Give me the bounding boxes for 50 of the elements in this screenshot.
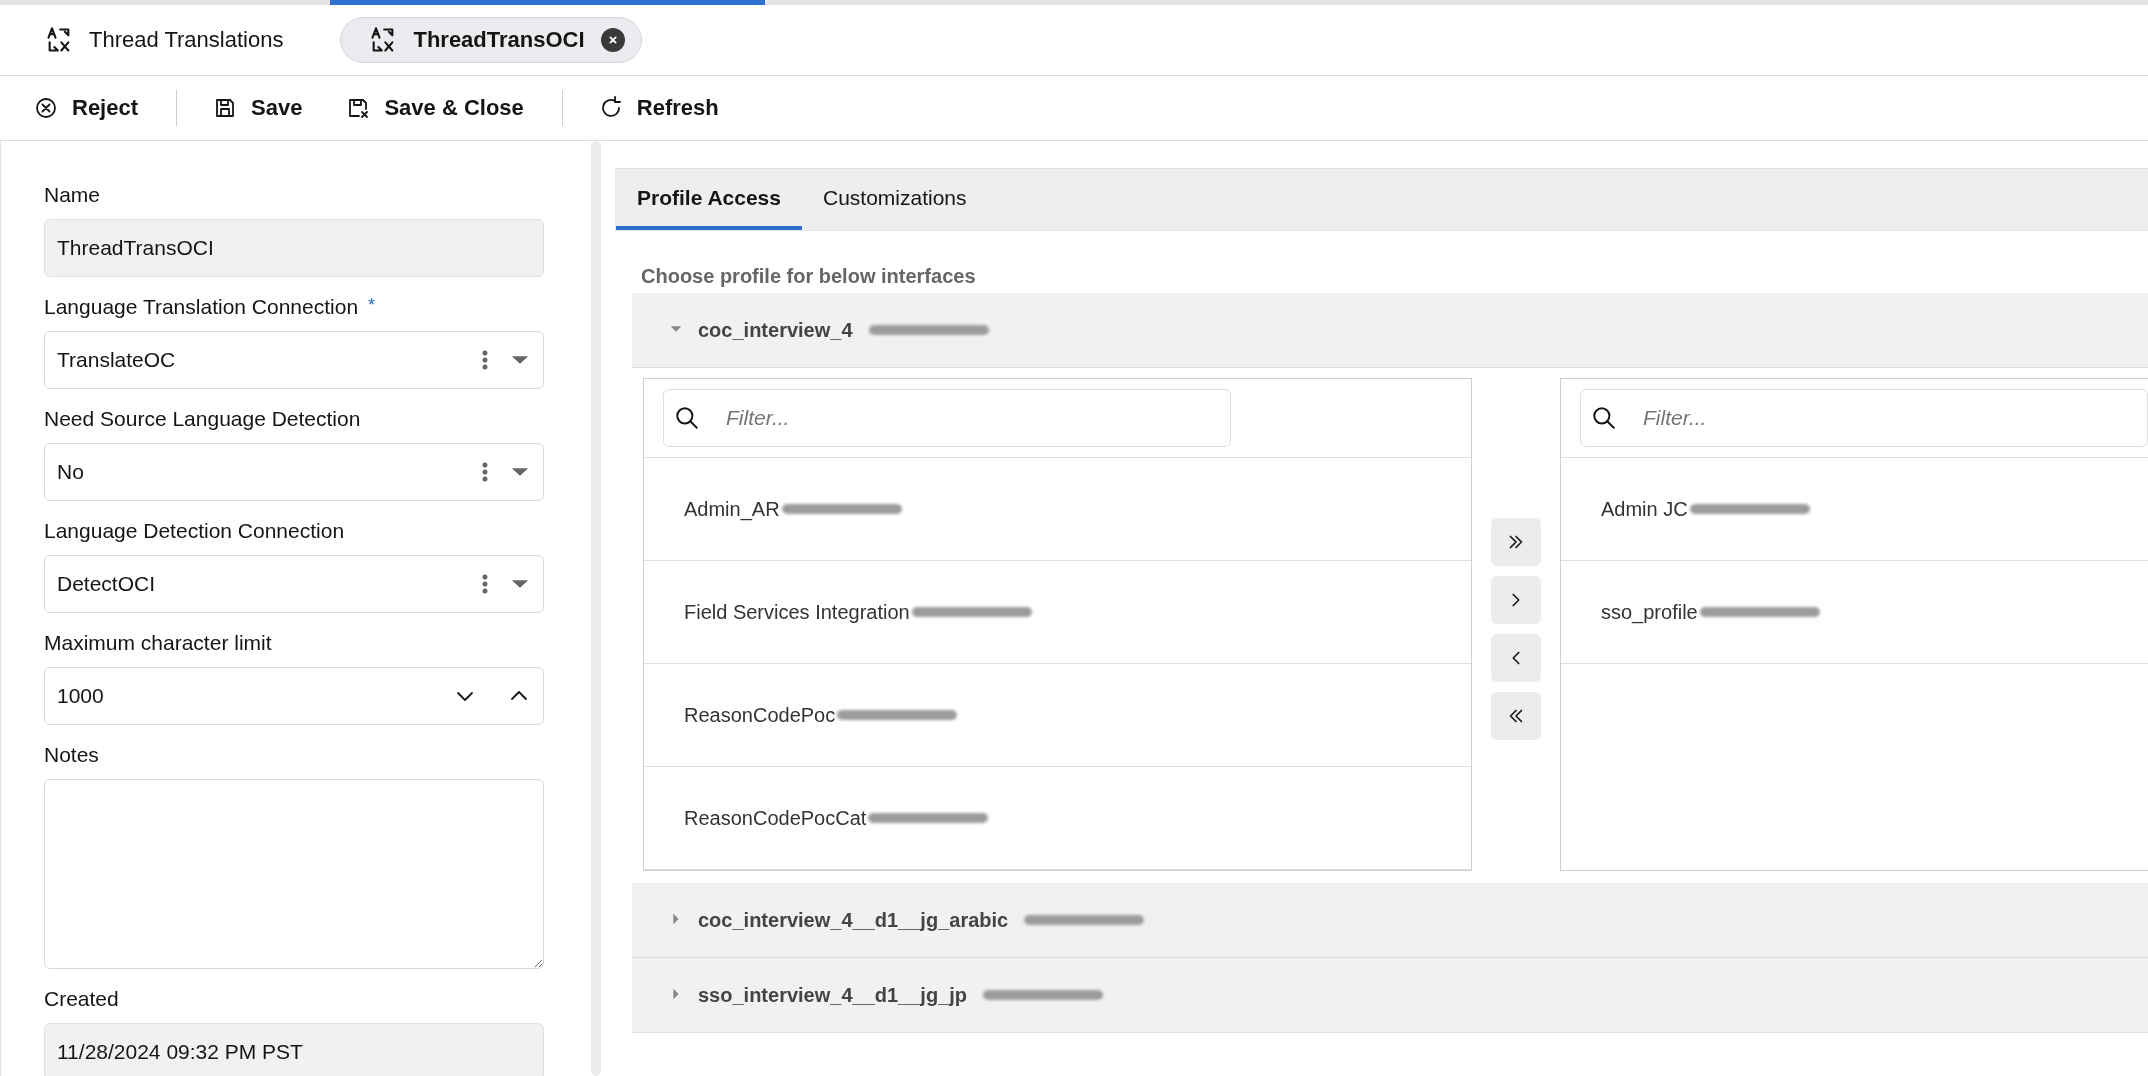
profile-item[interactable]: sso_profile [1601, 600, 1698, 624]
interface-name: coc_interview_4 [698, 318, 853, 342]
interface-name: coc_interview_4__d1__jg_arabic [698, 908, 1009, 932]
readonly-field: 11/28/2024 09:32 PM PST [44, 1023, 544, 1076]
toolbar-button[interactable]: Reject [34, 89, 139, 127]
field-label: Maximum character limit [44, 631, 272, 655]
select-field[interactable]: TranslateOC [44, 331, 544, 389]
interface-header[interactable]: coc_interview_4__d1__jg_arabic [632, 883, 2148, 958]
search-icon [674, 405, 700, 431]
profile-item[interactable]: Admin JC [1601, 497, 1688, 521]
toolbar-button[interactable]: Save [213, 89, 303, 127]
readonly-field: ThreadTransOCI [44, 219, 544, 277]
select-field[interactable]: DetectOCI [44, 555, 544, 613]
field-label: Notes [44, 743, 99, 767]
interface-header[interactable]: sso_interview_4__d1__jg_jp [632, 958, 2148, 1033]
interface-header[interactable]: coc_interview_4 [632, 293, 2148, 368]
profile-item[interactable]: ReasonCodePocCat [684, 806, 867, 830]
scrollbar[interactable] [591, 141, 601, 1076]
close-icon[interactable] [600, 28, 625, 52]
notes-field[interactable] [44, 779, 544, 969]
filter-input[interactable]: Filter... [1641, 405, 2125, 431]
filter-field[interactable]: Filter... [1580, 389, 2148, 447]
toolbar-button[interactable]: Refresh [598, 89, 719, 127]
search-icon [1591, 405, 1617, 431]
app-tab[interactable]: ThreadTransOCI [340, 17, 642, 63]
app-tab[interactable]: Thread Translations [44, 17, 301, 63]
field-label: Name [44, 183, 101, 207]
profile-item[interactable]: Admin_AR [684, 497, 780, 521]
move-right-button[interactable] [1491, 576, 1541, 624]
select-field[interactable]: No [44, 443, 544, 501]
interface-name: sso_interview_4__d1__jg_jp [698, 983, 968, 1007]
field-label: Created [44, 987, 119, 1011]
filter-input[interactable]: Filter... [724, 405, 1208, 431]
move-all-right-button[interactable] [1491, 518, 1541, 566]
field-label: Language Detection Connection [44, 519, 345, 543]
profile-item[interactable]: Field Services Integration [684, 600, 910, 624]
move-left-button[interactable] [1491, 634, 1541, 682]
section-heading: Choose profile for below interfaces [641, 265, 977, 289]
detail-tab[interactable]: Profile Access [616, 169, 802, 230]
move-all-left-button[interactable] [1491, 692, 1541, 740]
profile-item[interactable]: ReasonCodePoc [684, 703, 836, 727]
save-close-icon [346, 96, 371, 120]
required-mark: * [368, 295, 376, 316]
field-label: Need Source Language Detection [44, 407, 361, 431]
filter-field[interactable]: Filter... [663, 389, 1231, 447]
number-field[interactable]: 1000 [44, 667, 544, 725]
field-label: Language Translation Connection [44, 295, 359, 319]
toolbar-button[interactable]: Save & Close [346, 89, 524, 127]
detail-tab[interactable]: Customizations [801, 169, 988, 230]
reject-icon [34, 96, 58, 120]
